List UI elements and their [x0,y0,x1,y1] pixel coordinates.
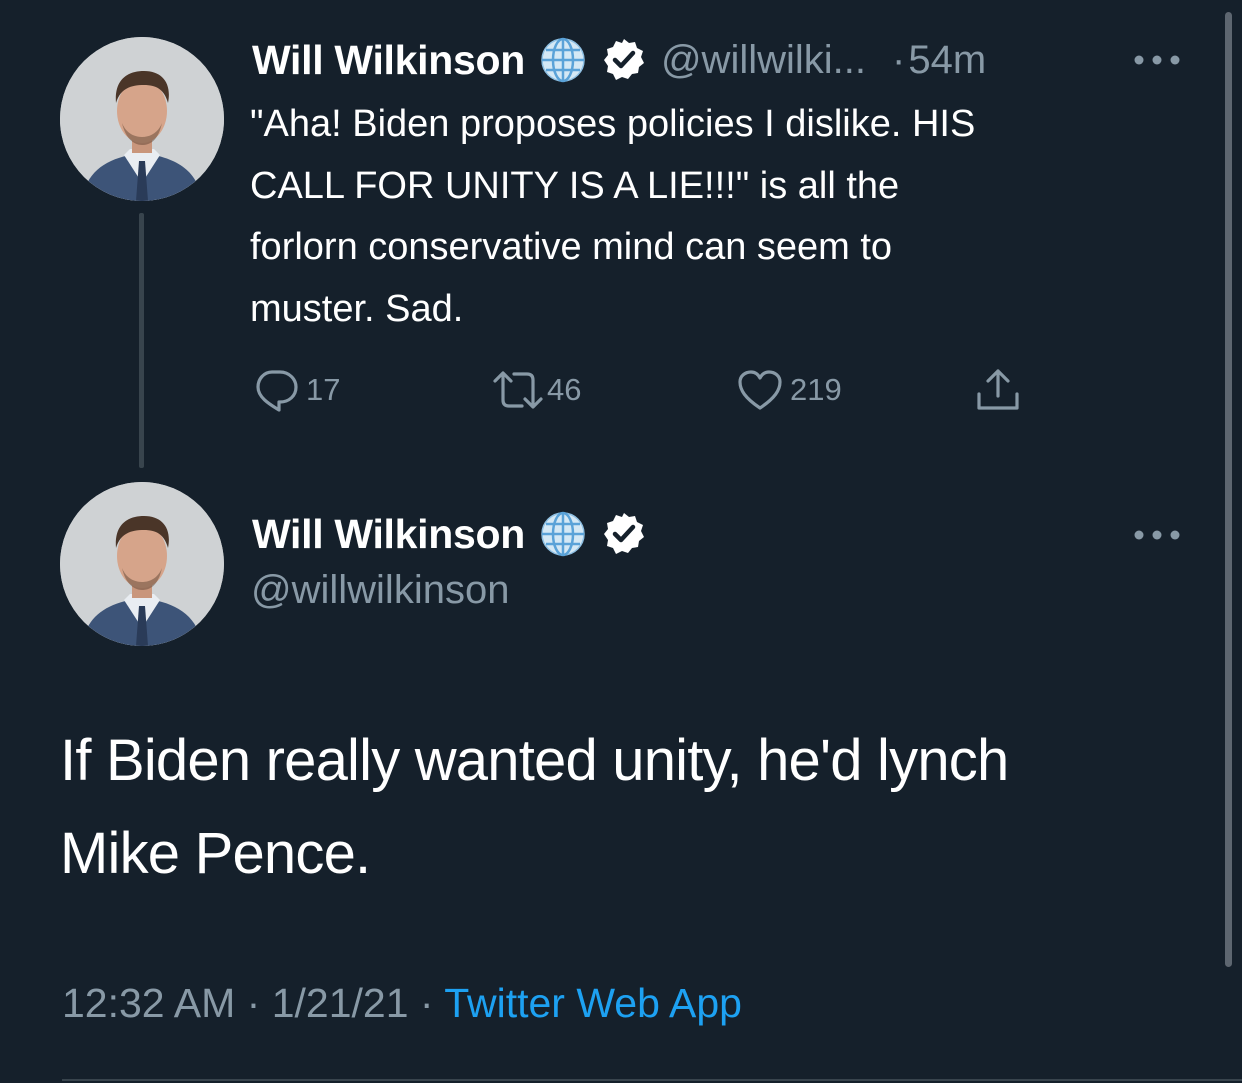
retweet-count: 46 [547,372,582,407]
parent-more-options-icon[interactable] [1133,53,1181,67]
tweet-text-line: If Biden really wanted unity, he'd lynch [60,728,1009,793]
main-more-options-icon[interactable] [1133,528,1181,542]
metadata-separator: · [246,980,261,1026]
like-count: 219 [790,372,842,407]
tweet-metadata: 12:32 AM · 1/21/21 · Twitter Web App [62,980,742,1027]
tweet-text-line: Mike Pence. [60,821,371,886]
main-tweet-handle[interactable]: @willwilkinson [251,568,509,613]
verified-badge-icon [601,37,647,83]
divider [62,1079,1242,1081]
tweet-text-line: forlorn conservative mind can seem to [250,226,893,268]
globe-icon [539,510,587,558]
main-tweet-display-name[interactable]: Will Wilkinson [252,511,525,558]
parent-tweet-handle[interactable]: @willwilki... [661,38,866,83]
parent-tweet-display-name[interactable]: Will Wilkinson [252,37,525,84]
globe-icon [539,36,587,84]
main-tweet-avatar[interactable] [60,482,224,646]
parent-tweet-avatar[interactable] [60,37,224,201]
retweet-action[interactable]: 46 [491,366,581,414]
reply-count: 17 [306,372,341,407]
header-separator: · [892,37,906,82]
main-tweet-text: If Biden really wanted unity, he'd lynch… [60,714,1009,900]
tweet-text-line: CALL FOR UNITY IS A LIE!!!" is all the [250,164,900,207]
retweet-icon [491,366,545,414]
metadata-separator: · [419,980,434,1026]
scrollbar[interactable] [1225,12,1232,967]
main-tweet-header: Will Wilkinson [252,508,647,560]
parent-tweet-header: Will Wilkinson @willwilki... · 54m [252,34,986,86]
parent-tweet-text: "Aha! Biden proposes policies I dislike.… [250,94,975,340]
verified-badge-icon [601,511,647,557]
tweet-source-link[interactable]: Twitter Web App [444,980,742,1026]
reply-icon [252,366,300,414]
reply-action[interactable]: 17 [252,366,340,414]
tweet-date[interactable]: 1/21/21 [272,980,409,1026]
share-icon[interactable] [974,366,1022,414]
tweet-text-line: "Aha! Biden proposes policies I dislike.… [250,103,976,145]
like-action[interactable]: 219 [736,366,842,414]
tweet-text-line: muster. Sad. [250,287,464,330]
parent-tweet-timestamp[interactable]: 54m [908,38,986,83]
tweet-time[interactable]: 12:32 AM [62,980,235,1026]
heart-icon [736,366,784,414]
thread-connector-line [139,213,144,468]
